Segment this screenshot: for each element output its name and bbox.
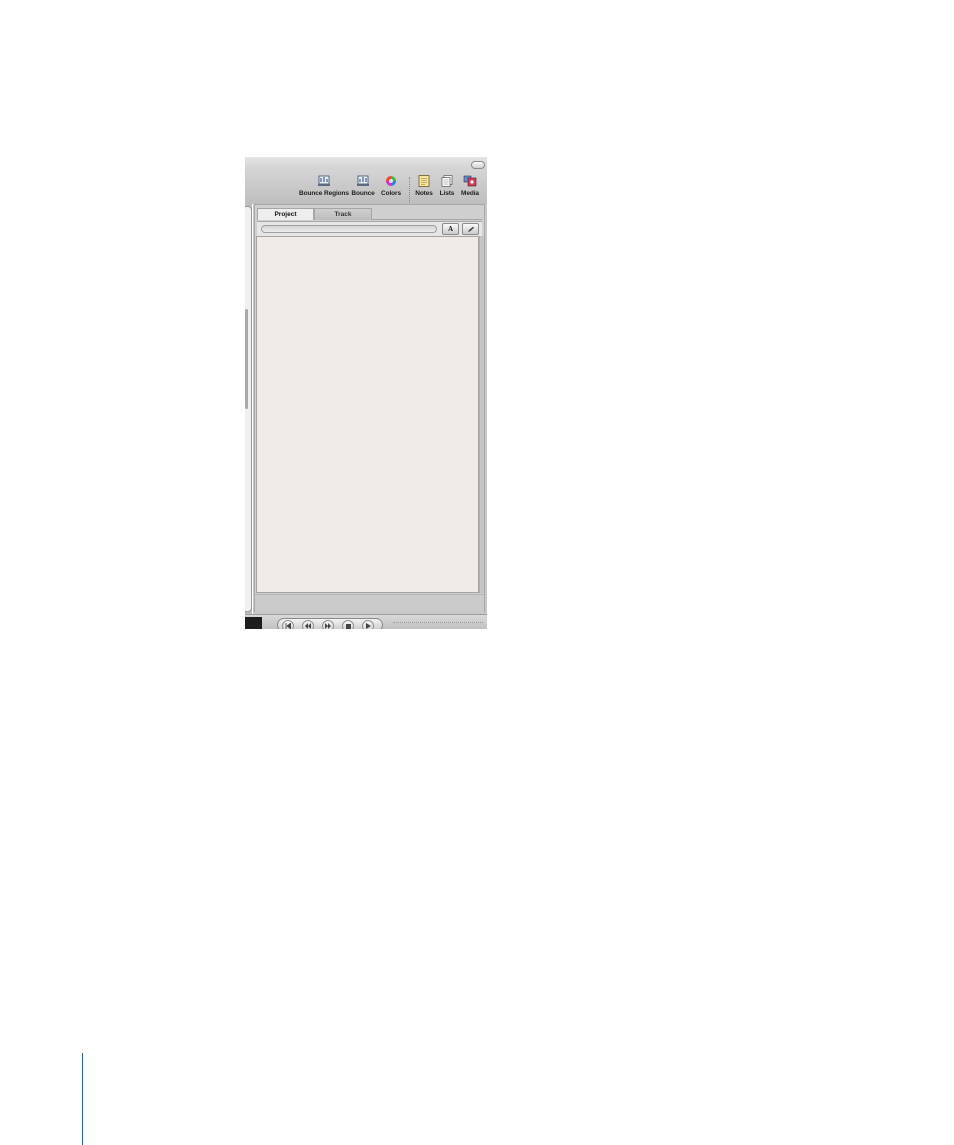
- bounce-icon: [357, 175, 369, 186]
- bounce-button[interactable]: Bounce: [351, 175, 375, 203]
- notes-icon: [418, 175, 430, 187]
- bounce-regions-button[interactable]: Bounce Regions: [299, 175, 349, 203]
- tab-track[interactable]: Track: [314, 208, 372, 220]
- notes-label: Notes: [415, 190, 433, 197]
- project-notes-text-area[interactable]: [256, 236, 479, 593]
- bounce-regions-icon: [318, 175, 330, 186]
- title-bar: [245, 157, 487, 170]
- lists-icon: [441, 175, 453, 187]
- bounce-regions-label: Bounce Regions: [299, 190, 349, 197]
- text-format-toolbar: A: [257, 221, 482, 236]
- bounce-label: Bounce: [351, 190, 375, 197]
- notes-tabs: Project Track: [257, 208, 482, 220]
- arrange-area-frame: [245, 206, 252, 612]
- notes-scrollbar[interactable]: [479, 236, 484, 593]
- app-window: Bounce Regions Bounce Colors Notes Lists…: [245, 157, 487, 629]
- toolbar-separator: [409, 177, 411, 203]
- fast-forward-icon: [325, 623, 331, 629]
- fast-forward-button[interactable]: [322, 620, 334, 629]
- stop-button[interactable]: [342, 620, 354, 629]
- play-icon: [366, 623, 371, 629]
- edit-button[interactable]: [462, 223, 479, 235]
- arrange-area-edge: [245, 204, 253, 614]
- transport-bar: [245, 614, 487, 629]
- media-icon: [463, 175, 477, 187]
- arrange-scrollbar[interactable]: [245, 309, 248, 409]
- panel-footer: [255, 594, 484, 612]
- rewind-button[interactable]: [302, 620, 314, 629]
- font-button[interactable]: A: [442, 223, 459, 235]
- notes-panel: Project Track A: [254, 204, 485, 612]
- go-to-beginning-icon: [285, 623, 291, 629]
- media-button[interactable]: Media: [459, 175, 481, 203]
- lists-label: Lists: [439, 190, 455, 197]
- toolbar: Bounce Regions Bounce Colors Notes Lists…: [245, 170, 487, 204]
- colors-button[interactable]: Colors: [379, 175, 403, 203]
- notes-button[interactable]: Notes: [413, 175, 435, 203]
- lists-button[interactable]: Lists: [437, 175, 457, 203]
- colors-label: Colors: [381, 190, 401, 197]
- pencil-icon: [467, 226, 474, 232]
- transport-divider: [393, 622, 483, 625]
- toolbar-toggle-button[interactable]: [471, 161, 485, 169]
- tab-project[interactable]: Project: [257, 208, 314, 220]
- stop-icon: [345, 623, 351, 629]
- color-wheel-icon: [386, 176, 396, 186]
- transport-controls: [277, 618, 383, 629]
- page-margin-rule: [82, 1053, 83, 1145]
- go-to-beginning-button[interactable]: [282, 620, 294, 629]
- text-format-field[interactable]: [261, 225, 437, 233]
- rewind-icon: [305, 623, 311, 629]
- lcd-display-edge: [245, 617, 262, 629]
- tabs-spacer: [372, 208, 482, 220]
- media-label: Media: [461, 190, 479, 197]
- play-button[interactable]: [362, 620, 374, 629]
